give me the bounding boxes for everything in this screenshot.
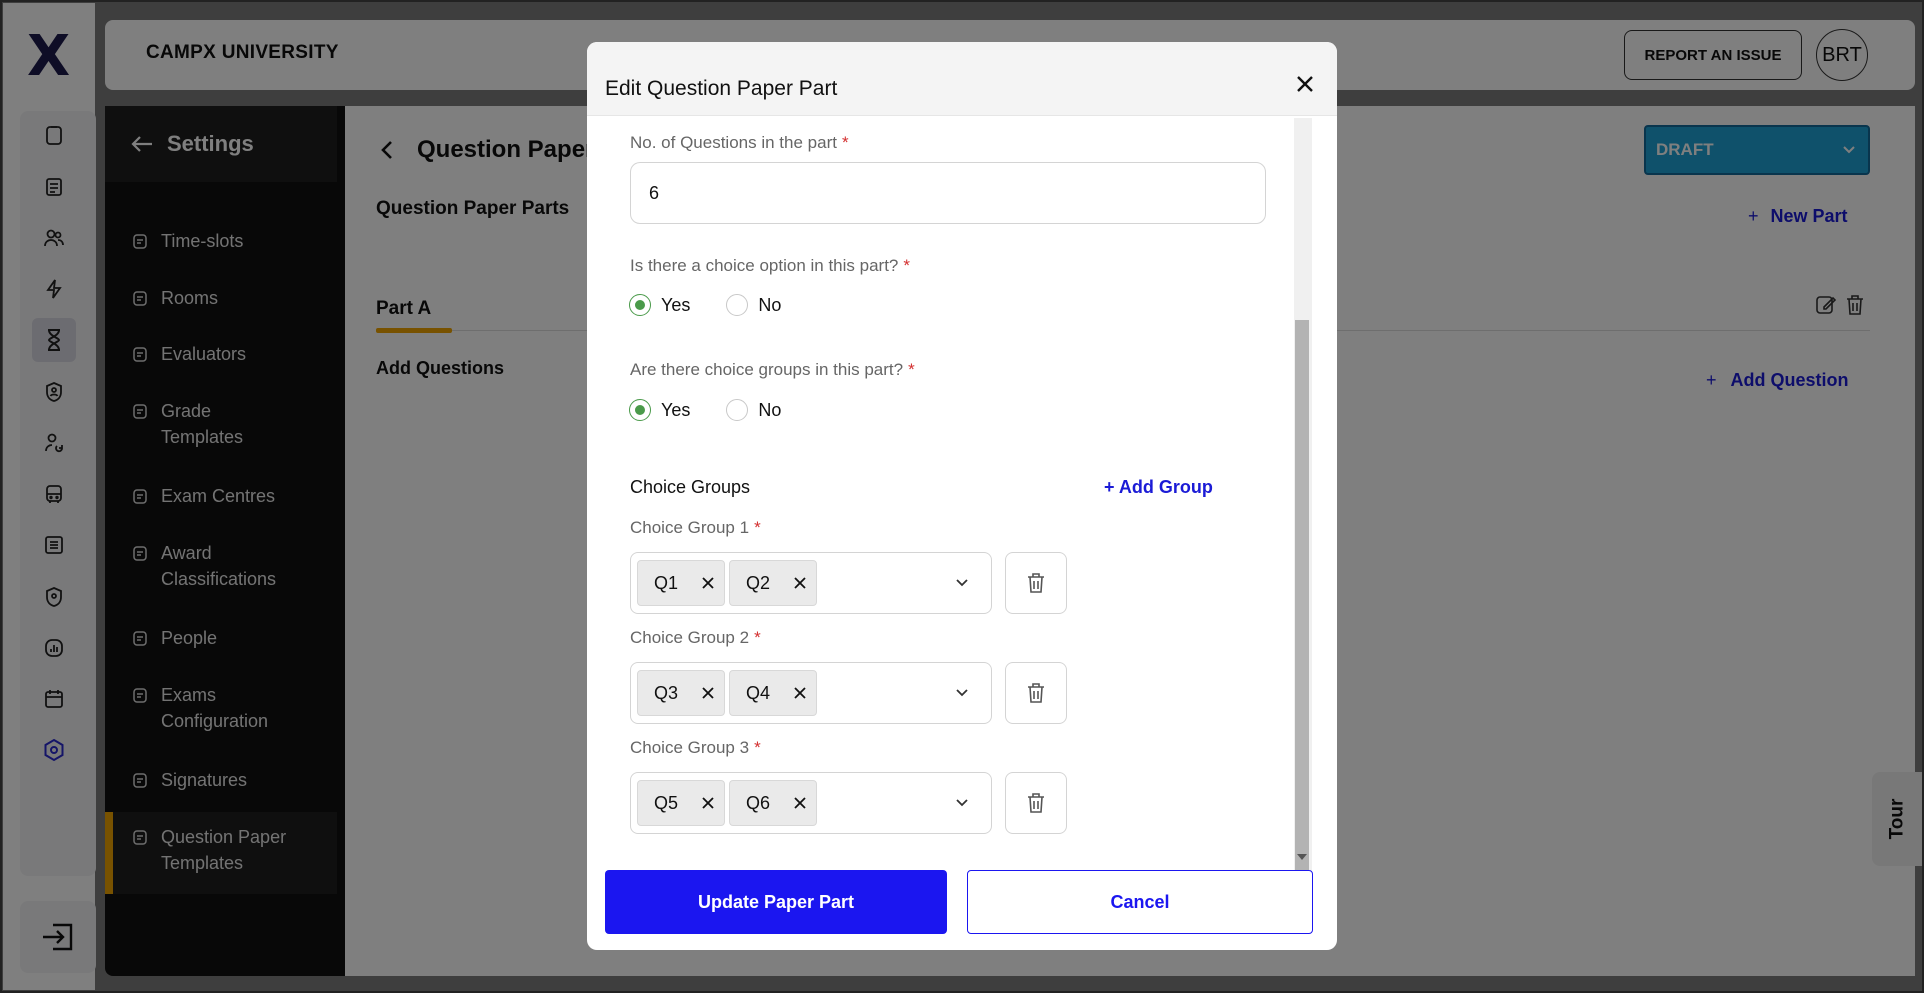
scroll-down-arrow[interactable]	[1297, 854, 1307, 860]
choice-option-radio-group: Yes No	[629, 294, 781, 316]
choice-groups-yes-radio[interactable]	[629, 399, 651, 421]
num-questions-label: No. of Questions in the part *	[630, 133, 849, 152]
question-chip: Q1	[637, 560, 725, 606]
question-chip: Q2	[729, 560, 817, 606]
choice-groups-question-label: Are there choice groups in this part? *	[630, 360, 915, 379]
yes-label: Yes	[661, 399, 691, 420]
chip-label: Q2	[746, 572, 771, 593]
remove-chip-icon[interactable]	[702, 577, 714, 589]
question-chip: Q4	[729, 670, 817, 716]
choice-option-label: Is there a choice option in this part? *	[630, 256, 911, 275]
choice-option-yes-radio[interactable]	[629, 294, 651, 316]
cancel-button[interactable]: Cancel	[967, 870, 1313, 934]
chevron-down-icon[interactable]	[955, 685, 969, 703]
choice-groups-no-radio[interactable]	[726, 399, 749, 421]
delete-group-button[interactable]	[1005, 772, 1067, 834]
choice-groups-radio-group: Yes No	[629, 399, 781, 421]
add-group-button[interactable]: + Add Group	[1104, 477, 1213, 498]
remove-chip-icon[interactable]	[702, 687, 714, 699]
delete-group-button[interactable]	[1005, 552, 1067, 614]
question-chip: Q3	[637, 670, 725, 716]
choice-group-label: Choice Group 2 *	[630, 628, 761, 647]
chip-label: Q3	[654, 682, 679, 703]
no-label: No	[758, 294, 782, 315]
trash-icon	[1028, 683, 1044, 703]
choice-group-label: Choice Group 3 *	[630, 738, 761, 757]
chevron-down-icon[interactable]	[955, 795, 969, 813]
close-icon	[1297, 76, 1313, 92]
choice-group-select[interactable]: Q5 Q6	[630, 772, 992, 834]
scrollbar-thumb[interactable]	[1295, 320, 1309, 884]
question-chip: Q6	[729, 780, 817, 826]
trash-icon	[1028, 793, 1044, 813]
chip-label: Q5	[654, 792, 679, 813]
update-paper-part-button[interactable]: Update Paper Part	[605, 870, 947, 934]
no-label: No	[758, 399, 782, 420]
choice-group-select[interactable]: Q1 Q2	[630, 552, 992, 614]
choice-groups-title: Choice Groups	[630, 477, 751, 497]
delete-group-button[interactable]	[1005, 662, 1067, 724]
edit-part-modal: Edit Question Paper Part No. of Question…	[587, 42, 1337, 950]
modal-header: Edit Question Paper Part	[587, 42, 1337, 116]
question-chip: Q5	[637, 780, 725, 826]
remove-chip-icon[interactable]	[702, 797, 714, 809]
close-button[interactable]	[1289, 68, 1321, 100]
choice-group-label: Choice Group 1 *	[630, 518, 761, 537]
modal-title: Edit Question Paper Part	[605, 77, 838, 100]
chip-label: Q6	[746, 792, 771, 813]
trash-icon	[1028, 573, 1044, 593]
remove-chip-icon[interactable]	[794, 797, 806, 809]
remove-chip-icon[interactable]	[794, 687, 806, 699]
remove-chip-icon[interactable]	[794, 577, 806, 589]
yes-label: Yes	[661, 294, 691, 315]
choice-option-no-radio[interactable]	[726, 294, 749, 316]
choice-group-select[interactable]: Q3 Q4	[630, 662, 992, 724]
chevron-down-icon[interactable]	[955, 575, 969, 593]
chip-label: Q1	[654, 572, 679, 593]
num-questions-input[interactable]: 6	[630, 162, 1266, 224]
chip-label: Q4	[746, 682, 771, 703]
